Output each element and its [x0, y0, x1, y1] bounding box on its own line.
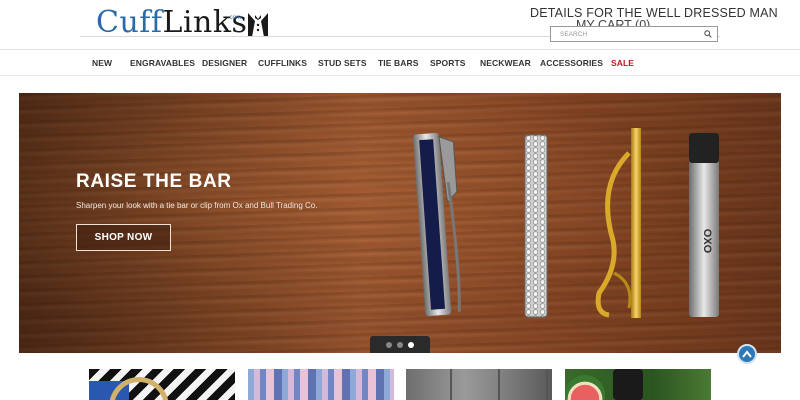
shop-now-button[interactable]: SHOP NOW [76, 224, 171, 251]
thumb-tile [406, 369, 452, 400]
chevron-up-icon [742, 350, 752, 358]
tie-bar-oxo: OXO [689, 133, 719, 317]
hero-subtitle: Sharpen your look with a tie bar or clip… [76, 201, 318, 210]
category-thumb-accessories[interactable] [406, 369, 552, 400]
nav-item-neckwear[interactable]: NECKWEAR [480, 58, 531, 68]
logo-text: CuffLinks [96, 5, 248, 40]
slide-dot-1[interactable] [386, 341, 392, 348]
slider-dots [370, 336, 430, 353]
engraving-text: OXO [701, 229, 713, 254]
site-logo[interactable]: CuffLinks .com [96, 5, 268, 40]
nav-item-cufflinks[interactable]: CUFFLINKS [258, 58, 307, 68]
hero-title: RAISE THE BAR [76, 171, 232, 192]
nav-item-engravables[interactable]: ENGRAVABLES [130, 58, 195, 68]
scroll-top-button[interactable] [737, 344, 757, 364]
category-thumb-lifestyle[interactable] [565, 369, 711, 400]
logo-suffix: .com [228, 15, 242, 21]
nav-item-stud-sets[interactable]: STUD SETS [318, 58, 367, 68]
slide-dot-2[interactable] [397, 341, 403, 348]
tuxedo-icon [248, 13, 268, 37]
category-thumb-ties[interactable] [89, 369, 235, 400]
nav-item-new[interactable]: NEW [92, 58, 112, 68]
thumb-bottle-shape [613, 369, 643, 400]
category-thumb-neckwear[interactable] [248, 369, 394, 400]
nav-item-tie-bars[interactable]: TIE BARS [378, 58, 418, 68]
site-header: CuffLinks .com DETAILS FOR THE WELL DRES… [0, 0, 800, 50]
tagline: DETAILS FOR THE WELL DRESSED MAN [530, 6, 778, 20]
hero-banner[interactable]: OXO RAISE THE BAR Sharpen your look with… [19, 93, 781, 353]
main-nav: NEW ENGRAVABLES DESIGNER CUFFLINKS STUD … [0, 50, 800, 76]
nav-item-designer[interactable]: DESIGNER [202, 58, 247, 68]
nav-item-accessories[interactable]: ACCESSORIES [540, 58, 603, 68]
nav-item-sale[interactable]: SALE [611, 58, 634, 68]
search-input[interactable] [551, 27, 699, 41]
search-icon[interactable] [704, 30, 712, 38]
thumb-tile [454, 369, 500, 400]
thumb-melon-shape [565, 375, 605, 400]
search-box [550, 26, 718, 42]
tie-bars-image: OXO [412, 128, 719, 318]
slide-dot-3[interactable] [408, 341, 414, 348]
tie-bar-honeycomb [524, 134, 548, 318]
nav-item-sports[interactable]: SPORTS [430, 58, 466, 68]
tie-bar-gold [595, 128, 641, 318]
tie-bar-navy [412, 133, 461, 316]
thumb-tile [502, 369, 548, 400]
